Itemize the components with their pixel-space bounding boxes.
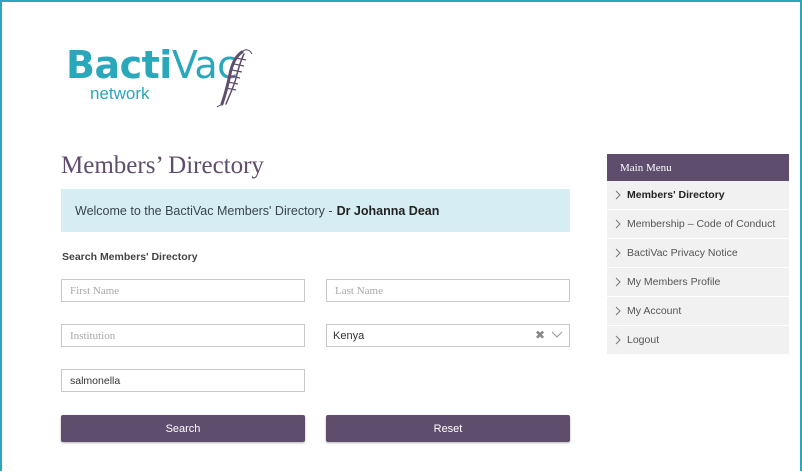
menu-item-members-directory[interactable]: Members' Directory [607,181,789,210]
keyword-input[interactable] [61,369,305,392]
menu-item-label: My Account [627,305,682,317]
search-button[interactable]: Search [61,415,305,442]
last-name-input[interactable] [326,279,570,302]
institution-input[interactable] [61,324,305,347]
country-selected-value: Kenya [333,329,365,342]
chevron-right-icon [615,306,621,316]
menu-item-label: My Members Profile [627,276,721,288]
menu-item-label: BactiVac Privacy Notice [627,247,738,259]
welcome-text: Welcome to the BactiVac Members' Directo… [75,203,333,218]
main-menu: Main Menu Members' Directory Membership … [607,154,789,355]
logo-name-part1: Bacti [66,43,172,87]
welcome-user-name: Dr Johanna Dean [336,203,440,218]
chevron-down-icon[interactable] [551,330,563,340]
chevron-right-icon [615,335,621,345]
menu-item-label: Membership – Code of Conduct [627,218,776,230]
chevron-right-icon [615,248,621,258]
clear-icon[interactable]: ✖ [535,328,545,342]
chevron-right-icon [615,219,621,229]
country-select[interactable]: Kenya ✖ [326,324,570,347]
menu-item-privacy-notice[interactable]: BactiVac Privacy Notice [607,239,789,268]
bacterium-icon [216,49,253,108]
bactivac-logo[interactable]: BactiVac network [66,46,256,110]
chevron-right-icon [615,190,621,200]
reset-button[interactable]: Reset [326,415,570,442]
menu-item-my-account[interactable]: My Account [607,297,789,326]
menu-item-my-members-profile[interactable]: My Members Profile [607,268,789,297]
menu-item-logout[interactable]: Logout [607,326,789,355]
menu-item-label: Logout [627,334,660,346]
logo-subtitle: network [90,84,150,103]
welcome-banner: Welcome to the BactiVac Members' Directo… [61,189,570,232]
menu-item-label: Members' Directory [627,189,725,201]
page-title: Members’ Directory [61,152,264,179]
main-menu-title: Main Menu [607,154,789,181]
menu-item-code-of-conduct[interactable]: Membership – Code of Conduct [607,210,789,239]
chevron-right-icon [615,277,621,287]
first-name-input[interactable] [61,279,305,302]
search-section-label: Search Members' Directory [62,251,198,263]
